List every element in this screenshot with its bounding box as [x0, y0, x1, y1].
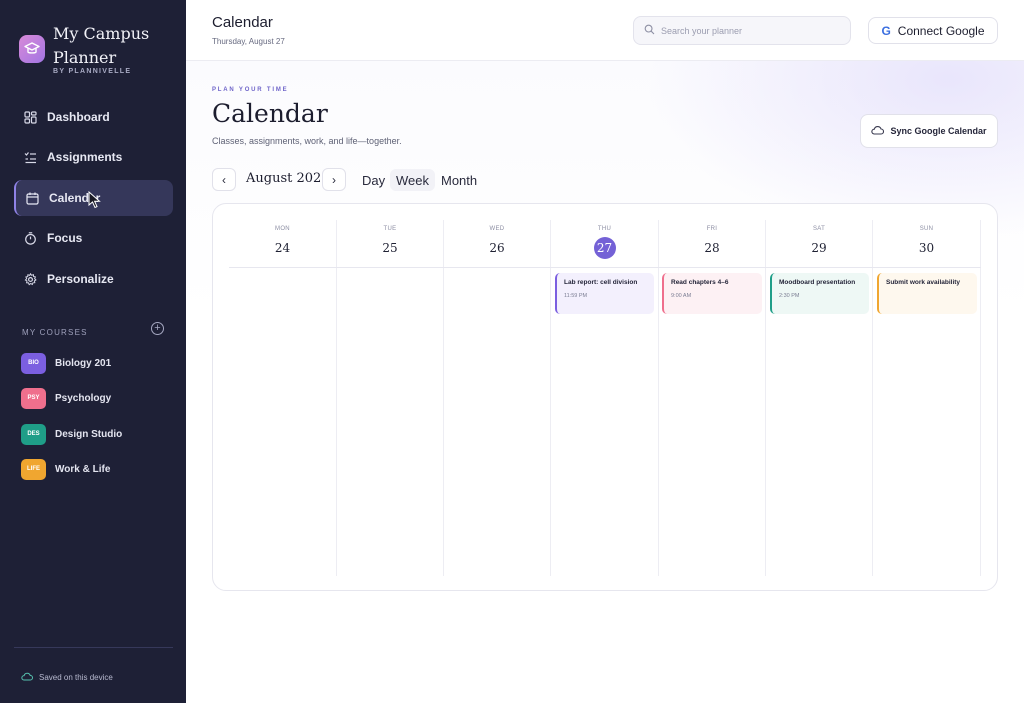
- day-number: 28: [704, 241, 720, 255]
- day-number: 24: [274, 241, 291, 255]
- day-of-week: SUN: [919, 226, 934, 232]
- event-title: Read chapters 4–6: [671, 279, 729, 286]
- courses-heading: MY COURSES +: [22, 322, 164, 337]
- course-item-biology[interactable]: BIO Biology 201: [21, 352, 111, 374]
- save-status-label: Saved on this device: [39, 672, 113, 682]
- course-name: Psychology: [55, 392, 112, 404]
- day-of-week: TUE: [383, 226, 397, 232]
- day-of-week: SAT: [812, 226, 826, 232]
- calendar-icon: [26, 192, 39, 205]
- course-name: Work & Life: [55, 463, 111, 475]
- nav-item-dashboard[interactable]: Dashboard: [14, 99, 173, 135]
- day-header: THU 27: [551, 220, 658, 268]
- chevron-left-icon: ‹: [222, 172, 226, 187]
- search-input[interactable]: Search your planner: [633, 16, 851, 45]
- brand-title: My Campus Planner: [53, 24, 150, 67]
- day-column[interactable]: WED 26: [444, 220, 551, 576]
- nav-label: Dashboard: [47, 110, 110, 124]
- week-calendar: MON 24 TUE 25 WED 26 THU 27 FRI 28 SAT 2…: [212, 203, 998, 591]
- course-badge: DES: [21, 423, 46, 445]
- sync-google-calendar-label: Sync Google Calendar: [890, 126, 987, 136]
- event-time: 2:30 PM: [779, 293, 800, 299]
- nav-label: Focus: [47, 231, 83, 245]
- event-title: Submit work availability: [886, 279, 961, 286]
- day-number: 30: [918, 241, 935, 255]
- month-label: August 2026: [246, 171, 330, 186]
- brand[interactable]: My Campus Planner BY PLANNIVELLE: [19, 22, 179, 82]
- event-card[interactable]: Read chapters 4–6 9:00 AM: [662, 273, 762, 314]
- course-badge: LIFE: [21, 458, 46, 480]
- day-number: 26: [489, 241, 505, 255]
- prev-week-button[interactable]: ‹: [212, 168, 236, 191]
- main-content: PLAN YOUR TIME Calendar Classes, assignm…: [186, 61, 1024, 703]
- connect-google-button[interactable]: G Connect Google: [868, 17, 998, 44]
- day-of-week: FRI: [706, 226, 718, 232]
- connect-google-label: Connect Google: [897, 23, 985, 38]
- graduation-cap-icon: [19, 35, 45, 63]
- view-tab-month[interactable]: Month: [435, 169, 483, 191]
- gear-icon: [24, 272, 37, 286]
- event-card[interactable]: Moodboard presentation 2:30 PM: [770, 273, 869, 314]
- view-tab-week[interactable]: Week: [390, 169, 435, 191]
- event-time: 9:00 AM: [671, 293, 692, 299]
- course-badge: PSY: [21, 387, 46, 409]
- event-time: 11:59 PM: [564, 293, 588, 299]
- calendar-subtitle: Classes, assignments, work, and life—tog…: [212, 136, 402, 146]
- sidebar: My Campus Planner BY PLANNIVELLE Dashboa…: [0, 0, 186, 703]
- current-date: Thursday, August 27: [212, 37, 285, 46]
- mouse-cursor-icon: [88, 190, 102, 209]
- day-number: 29: [811, 241, 827, 255]
- top-bar: Calendar Thursday, August 27 Search your…: [186, 0, 1024, 61]
- add-course-icon[interactable]: +: [151, 322, 164, 335]
- course-item-design-studio[interactable]: DES Design Studio: [21, 423, 122, 445]
- day-header: WED 26: [444, 220, 550, 268]
- header-divider: [229, 267, 981, 268]
- sync-google-calendar-button[interactable]: Sync Google Calendar: [860, 114, 998, 148]
- course-item-work-life[interactable]: LIFE Work & Life: [21, 458, 110, 480]
- day-of-week: WED: [489, 226, 505, 232]
- nav-label: Assignments: [47, 150, 123, 164]
- day-header: SAT 29: [766, 220, 872, 268]
- view-tab-day[interactable]: Day: [356, 169, 391, 191]
- day-header: TUE 25: [337, 220, 443, 268]
- day-of-week: THU: [597, 226, 612, 232]
- search-icon: [644, 22, 655, 40]
- cloud-icon: [21, 668, 33, 686]
- today-day-number: 27: [593, 237, 616, 259]
- list-icon: [24, 151, 37, 164]
- courses-heading-label: MY COURSES: [22, 328, 88, 337]
- day-number: 25: [382, 241, 398, 255]
- event-card[interactable]: Lab report: cell division 11:59 PM: [555, 273, 654, 314]
- save-status: Saved on this device: [21, 668, 113, 686]
- search-placeholder: Search your planner: [661, 25, 743, 36]
- calendar-heading: Calendar: [212, 99, 328, 128]
- day-column[interactable]: TUE 25: [337, 220, 444, 576]
- day-header: SUN 30: [873, 220, 980, 268]
- course-name: Design Studio: [55, 428, 123, 440]
- day-header: FRI 28: [659, 220, 765, 268]
- event-title: Lab report: cell division: [564, 279, 638, 286]
- google-icon: G: [881, 23, 891, 38]
- event-card[interactable]: Submit work availability: [877, 273, 977, 314]
- nav-item-assignments[interactable]: Assignments: [14, 139, 173, 175]
- course-badge: BIO: [21, 352, 46, 374]
- page-title: Calendar: [212, 14, 273, 31]
- nav-item-focus[interactable]: Focus: [14, 220, 173, 256]
- timer-icon: [24, 231, 37, 245]
- nav-item-personalize[interactable]: Personalize: [14, 261, 173, 297]
- brand-subtitle: BY PLANNIVELLE: [53, 68, 132, 75]
- chevron-right-icon: ›: [332, 172, 336, 187]
- section-eyebrow: PLAN YOUR TIME: [212, 87, 289, 93]
- dashboard-icon: [24, 110, 37, 124]
- event-title: Moodboard presentation: [779, 279, 856, 286]
- cloud-icon: [871, 122, 885, 140]
- day-column[interactable]: MON 24: [229, 220, 337, 576]
- next-week-button[interactable]: ›: [322, 168, 346, 191]
- day-header: MON 24: [229, 220, 336, 268]
- sidebar-divider: [14, 647, 173, 648]
- course-item-psychology[interactable]: PSY Psychology: [21, 387, 111, 409]
- course-name: Biology 201: [55, 357, 112, 369]
- nav-label: Personalize: [47, 272, 114, 286]
- day-of-week: MON: [275, 226, 290, 232]
